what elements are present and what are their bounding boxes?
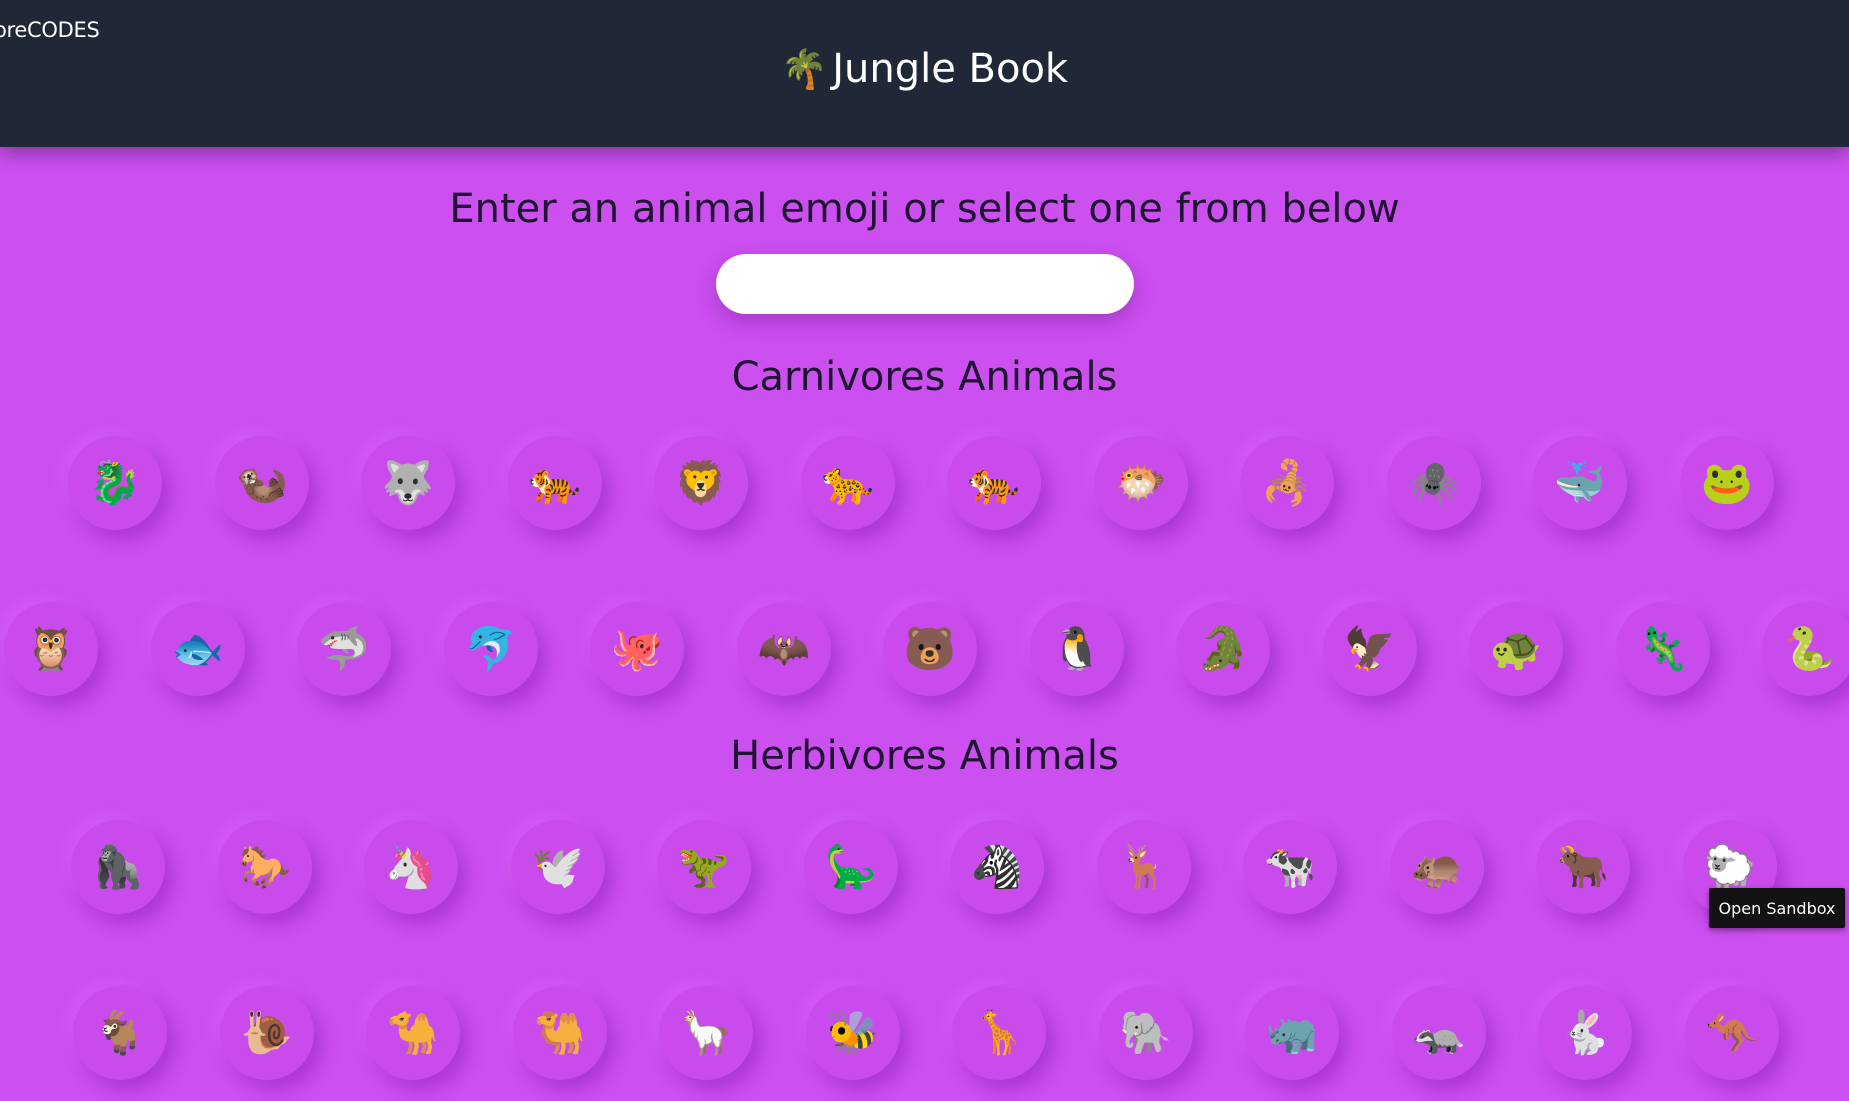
animal-emoji-button[interactable]: 🦖 [657, 820, 751, 914]
animal-emoji-button[interactable]: 🦅 [1323, 602, 1417, 696]
animal-emoji-button[interactable]: 🐧 [1030, 602, 1124, 696]
animal-emoji-button[interactable]: 🐫 [513, 986, 607, 1080]
animal-emoji-button[interactable]: 🐅 [508, 436, 602, 530]
brand-link[interactable]: oreCODES [0, 18, 100, 42]
animal-emoji-button[interactable]: 🦇 [737, 602, 831, 696]
animal-emoji-button[interactable]: 🕊️ [511, 820, 605, 914]
animal-emoji-button[interactable]: 🐝 [806, 986, 900, 1080]
open-sandbox-tooltip: Open Sandbox [1709, 888, 1845, 928]
animal-emoji-button[interactable]: 🐡 [1094, 436, 1188, 530]
animal-emoji-button[interactable]: 🦏 [1245, 986, 1339, 1080]
animal-emoji-button[interactable]: 🐊 [1176, 602, 1270, 696]
animal-emoji-button[interactable]: 🦄 [364, 820, 458, 914]
animal-emoji-button[interactable]: 🐙 [590, 602, 684, 696]
top-bar: oreCODES 🌴 Jungle Book [0, 0, 1849, 147]
animal-emoji-button[interactable]: 🕷️ [1387, 436, 1481, 530]
animal-emoji-button[interactable]: 🦙 [659, 986, 753, 1080]
animal-emoji-button[interactable]: 🐇 [1538, 986, 1632, 1080]
animal-emoji-button[interactable]: 🦛 [1390, 820, 1484, 914]
animal-emoji-button[interactable]: 🐬 [444, 602, 538, 696]
animal-emoji-button[interactable]: 🦈 [297, 602, 391, 696]
animal-emoji-button[interactable]: 🐺 [361, 436, 455, 530]
animal-emoji-button[interactable]: 🦓 [950, 820, 1044, 914]
animal-emoji-button[interactable]: 🐳 [1533, 436, 1627, 530]
animal-emoji-button[interactable]: 🐸 [1680, 436, 1774, 530]
animal-emoji-button[interactable]: 🐪 [366, 986, 460, 1080]
animal-emoji-button[interactable]: 🐢 [1469, 602, 1563, 696]
instruction-heading: Enter an animal emoji or select one from… [449, 186, 1400, 232]
carnivores-row-2: 🦉 🐟 🦈 🐬 🐙 🦇 🐻 🐧 🐊 🦅 🐢 🦎 🐍 [0, 602, 1849, 698]
animal-emoji-button[interactable]: 🐐 [73, 986, 167, 1080]
animal-emoji-button[interactable]: 🦕 [804, 820, 898, 914]
animal-emoji-button[interactable]: 🐆 [801, 436, 895, 530]
animal-emoji-button[interactable]: 🐟 [151, 602, 245, 696]
animal-emoji-button[interactable]: 🦌 [1097, 820, 1191, 914]
animal-emoji-button[interactable]: 🦍 [71, 820, 165, 914]
palm-tree-icon: 🌴 [780, 47, 829, 91]
animal-emoji-button[interactable]: 🦦 [215, 436, 309, 530]
animal-emoji-button[interactable]: 🐉 [68, 436, 162, 530]
animal-emoji-button[interactable]: 🦉 [4, 602, 98, 696]
animal-emoji-button[interactable]: 🐂 [1536, 820, 1630, 914]
herbivores-row-2: 🐐 🐌 🐪 🐫 🦙 🐝 🦒 🐘 🦏 🦡 🐇 🦘 [0, 986, 1849, 1082]
animal-emoji-button[interactable]: 🐅 [947, 436, 1041, 530]
animal-emoji-button[interactable]: 🦡 [1392, 986, 1486, 1080]
emoji-search-input[interactable] [716, 254, 1134, 314]
animal-emoji-button[interactable]: 🐄 [1243, 820, 1337, 914]
animal-emoji-button[interactable]: 🦁 [654, 436, 748, 530]
animal-emoji-button[interactable]: 🦒 [952, 986, 1046, 1080]
animal-emoji-button[interactable]: 🐌 [220, 986, 314, 1080]
animal-emoji-button[interactable]: 🦎 [1616, 602, 1710, 696]
app-title: 🌴 Jungle Book [0, 46, 1849, 92]
herbivores-row-1: 🦍 🐎 🦄 🕊️ 🦖 🦕 🦓 🦌 🐄 🦛 🐂 🐑 [0, 820, 1849, 916]
animal-emoji-button[interactable]: 🐘 [1099, 986, 1193, 1080]
animal-emoji-button[interactable]: 🦘 [1685, 986, 1779, 1080]
animal-emoji-button[interactable]: 🐻 [883, 602, 977, 696]
app-title-text: Jungle Book [832, 46, 1069, 92]
animal-emoji-button[interactable]: 🐎 [218, 820, 312, 914]
herbivores-heading: Herbivores Animals [730, 733, 1119, 779]
animal-emoji-button[interactable]: 🐍 [1762, 602, 1849, 696]
animal-emoji-button[interactable]: 🦂 [1240, 436, 1334, 530]
carnivores-heading: Carnivores Animals [731, 354, 1118, 400]
carnivores-row-1: 🐉 🦦 🐺 🐅 🦁 🐆 🐅 🐡 🦂 🕷️ 🐳 🐸 [0, 436, 1849, 532]
